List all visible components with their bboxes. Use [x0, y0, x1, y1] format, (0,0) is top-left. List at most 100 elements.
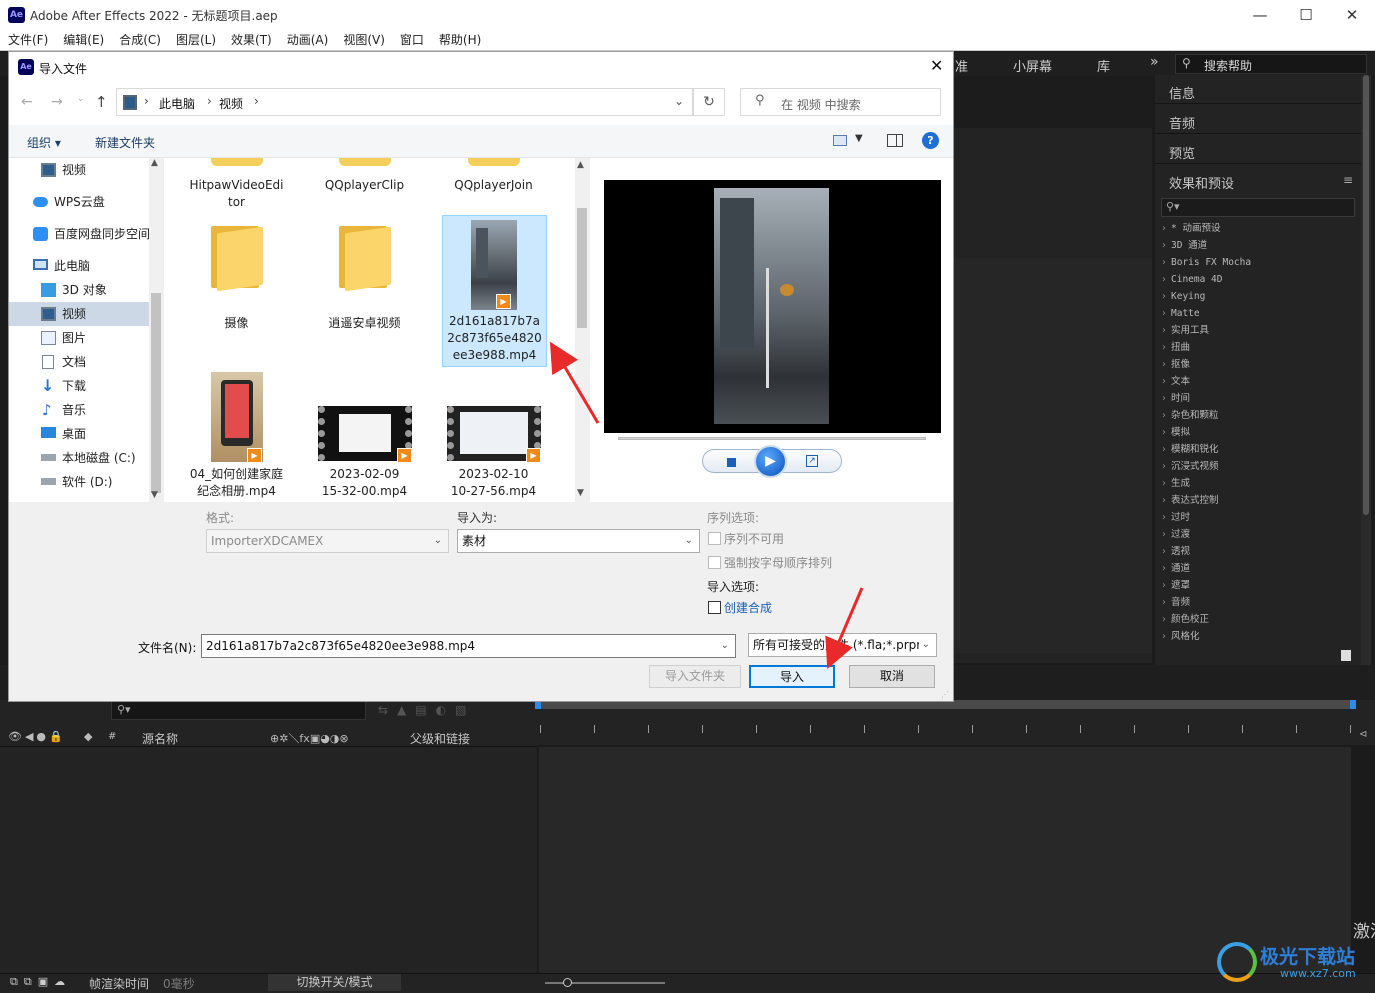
- panel-info[interactable]: 信息: [1155, 75, 1361, 104]
- menu-effect[interactable]: 效果(T): [223, 30, 279, 51]
- menu-composition[interactable]: 合成(C): [111, 30, 168, 51]
- seek-bar[interactable]: [618, 437, 926, 440]
- back-arrow-icon[interactable]: ←: [21, 94, 33, 110]
- menu-edit[interactable]: 编辑(E): [55, 30, 111, 51]
- effect-category[interactable]: 生成: [1155, 475, 1361, 492]
- parent-link-header[interactable]: 父级和链接: [410, 730, 470, 747]
- search-help-input[interactable]: ⚲ 搜索帮助: [1175, 54, 1367, 74]
- nav-item-wps-cloud[interactable]: WPS云盘: [9, 190, 149, 214]
- stop-button[interactable]: [727, 458, 736, 467]
- menu-help[interactable]: 帮助(H): [431, 30, 488, 51]
- toggle-switches-button[interactable]: 切换开关/模式: [268, 974, 401, 991]
- menu-view[interactable]: 视图(V): [335, 30, 392, 51]
- chevron-down-icon[interactable]: ⌄: [674, 94, 684, 108]
- effect-category[interactable]: Boris FX Mocha: [1155, 254, 1361, 271]
- panel-preview[interactable]: 预览: [1155, 135, 1361, 164]
- nav-item-drive-d[interactable]: 软件 (D:): [9, 470, 149, 494]
- folder-search-input[interactable]: ⚲ 在 视频 中搜索: [740, 88, 941, 116]
- file-scrollbar[interactable]: ▲ ▼: [575, 158, 589, 502]
- effects-search-input[interactable]: ⚲▾: [1161, 198, 1355, 217]
- bottom-icons[interactable]: ⧉⧉▣☁: [10, 975, 71, 989]
- preview-pane-icon[interactable]: [887, 134, 903, 147]
- effect-category[interactable]: 透视: [1155, 543, 1361, 560]
- right-scrollbar[interactable]: [1361, 75, 1371, 665]
- file-item-2023-02-09[interactable]: ▶ 2023-02-09 15-32-00.mp4: [312, 372, 417, 502]
- dialog-close-button[interactable]: ✕: [930, 56, 943, 75]
- maximize-button[interactable]: ☐: [1283, 0, 1329, 30]
- file-item-hitpawvideoeditor[interactable]: HitpawVideoEdi tor: [184, 158, 289, 213]
- up-arrow-icon[interactable]: ↑: [95, 93, 108, 111]
- nav-item-3d-objects[interactable]: 3D 对象: [9, 278, 149, 302]
- forward-arrow-icon[interactable]: →: [51, 94, 63, 110]
- effect-category[interactable]: 表达式控制: [1155, 492, 1361, 509]
- file-item-qqplayerclip[interactable]: QQplayerClip: [312, 158, 417, 198]
- effect-category[interactable]: Matte: [1155, 305, 1361, 322]
- effect-category[interactable]: 杂色和颗粒: [1155, 407, 1361, 424]
- switches-icons[interactable]: ⊕✲＼fx▣◕◑⊗: [270, 730, 349, 746]
- panel-effects-presets[interactable]: 效果和预设: [1155, 165, 1361, 194]
- source-name-header[interactable]: 源名称: [142, 730, 178, 747]
- effect-category[interactable]: Cinema 4D: [1155, 271, 1361, 288]
- resize-grip-icon[interactable]: ⋰: [941, 690, 949, 699]
- effect-category[interactable]: 实用工具: [1155, 322, 1361, 339]
- file-item-xiaoyao-folder[interactable]: 逍遥安卓视频: [312, 218, 417, 338]
- zoom-slider[interactable]: [545, 978, 665, 987]
- nav-item-desktop[interactable]: 桌面: [9, 422, 149, 446]
- tab-standard[interactable]: 准: [955, 56, 968, 75]
- effect-category[interactable]: 音频: [1155, 594, 1361, 611]
- play-button[interactable]: ▶: [754, 445, 787, 478]
- nav-item-baidu-sync[interactable]: 百度网盘同步空间: [9, 222, 149, 246]
- recent-dropdown-icon[interactable]: ⌄: [77, 94, 85, 104]
- menu-layer[interactable]: 图层(L): [168, 30, 223, 51]
- time-ruler[interactable]: [540, 713, 1352, 741]
- import-button[interactable]: 导入: [749, 665, 835, 688]
- nav-item-downloads[interactable]: ↓ 下载: [9, 374, 149, 398]
- file-item-04-album[interactable]: ▶ 04_如何创建家庭 纪念相册.mp4: [184, 372, 289, 502]
- filename-input[interactable]: 2d161a817b7a2c873f65e4820ee3e988.mp4 ⌄: [201, 634, 736, 658]
- menu-file[interactable]: 文件(F): [0, 30, 55, 51]
- file-item-2023-02-10[interactable]: ▶ 2023-02-10 10-27-56.mp4: [441, 372, 546, 502]
- new-folder-button[interactable]: 新建文件夹: [95, 134, 155, 151]
- menu-animation[interactable]: 动画(A): [279, 30, 336, 51]
- breadcrumb-this-pc[interactable]: 此电脑: [159, 95, 195, 112]
- effect-category[interactable]: 模拟: [1155, 424, 1361, 441]
- file-item-qqplayerjoin[interactable]: QQplayerJoin: [441, 158, 546, 198]
- effect-category[interactable]: 遮罩: [1155, 577, 1361, 594]
- effect-category[interactable]: 3D 通道: [1155, 237, 1361, 254]
- nav-item-this-pc[interactable]: 此电脑: [9, 254, 149, 278]
- file-item-selected-mp4[interactable]: ▶ 2d161a817b7a 2c873f65e4820 ee3e988.mp4: [442, 215, 547, 367]
- timeline-search-input[interactable]: ⚲▾: [111, 701, 366, 720]
- effect-category[interactable]: 过时: [1155, 509, 1361, 526]
- nav-item-drive-c[interactable]: 本地磁盘 (C:): [9, 446, 149, 470]
- create-comp-label[interactable]: 创建合成: [724, 599, 772, 616]
- timeline-tool-icons[interactable]: ⇆▲▤◐▧: [378, 703, 475, 717]
- nav-item-pictures[interactable]: 图片: [9, 326, 149, 350]
- effect-category[interactable]: 通道: [1155, 560, 1361, 577]
- view-mode-icon[interactable]: [833, 135, 847, 146]
- nav-scrollbar[interactable]: ▲ ▼: [149, 158, 163, 502]
- fullscreen-icon[interactable]: ↗: [806, 455, 818, 467]
- tab-small-screen[interactable]: 小屏幕: [1013, 56, 1052, 75]
- effect-category[interactable]: 沉浸式视频: [1155, 458, 1361, 475]
- effect-category[interactable]: 过渡: [1155, 526, 1361, 543]
- organize-button[interactable]: 组织 ▾: [27, 134, 61, 151]
- new-item-icon[interactable]: [1341, 650, 1351, 661]
- panel-menu-icon[interactable]: ≡: [1343, 173, 1353, 187]
- effect-category[interactable]: 颜色校正: [1155, 611, 1361, 628]
- refresh-icon[interactable]: ↻: [693, 88, 725, 116]
- more-tabs-icon[interactable]: »: [1150, 54, 1159, 70]
- effect-category[interactable]: 抠像: [1155, 356, 1361, 373]
- label-icon[interactable]: ◆: [84, 730, 92, 743]
- breadcrumb-videos[interactable]: 视频: [219, 95, 243, 112]
- effect-category[interactable]: 模糊和锐化: [1155, 441, 1361, 458]
- breadcrumb[interactable]: › 此电脑 › 视频 › ⌄: [116, 88, 693, 116]
- menu-window[interactable]: 窗口: [392, 30, 431, 51]
- effect-category[interactable]: Keying: [1155, 288, 1361, 305]
- effect-category[interactable]: 风格化: [1155, 628, 1361, 645]
- nav-item-videos[interactable]: 视频: [9, 302, 149, 326]
- tab-library[interactable]: 库: [1097, 56, 1110, 75]
- nav-item-music[interactable]: ♪ 音乐: [9, 398, 149, 422]
- playhead-icon[interactable]: ⊲: [1359, 729, 1367, 740]
- effect-category[interactable]: 文本: [1155, 373, 1361, 390]
- import-as-select[interactable]: 素材 ⌄: [457, 529, 700, 553]
